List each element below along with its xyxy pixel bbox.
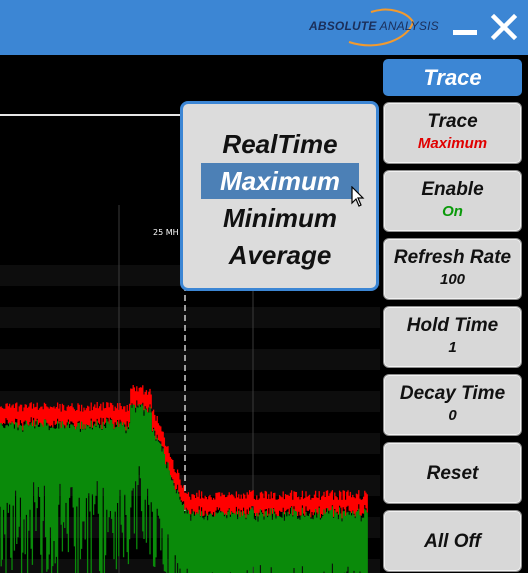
refresh-rate-label: Refresh Rate [393,247,512,268]
plot-band [0,307,380,328]
menu-item-maximum[interactable]: Maximum [201,163,359,199]
minimize-icon [453,30,477,35]
decay-time-label: Decay Time [399,383,506,404]
all-off-button[interactable]: All Off [383,510,522,572]
close-button[interactable] [489,12,519,42]
refresh-rate-value: 100 [439,271,466,288]
side-panel: Trace Trace Maximum Enable On Refresh Ra… [380,55,528,573]
menu-item-minimum[interactable]: Minimum [201,200,359,236]
plot-band [0,349,380,370]
menu-item-realtime[interactable]: RealTime [201,126,359,162]
panel-header: Trace [383,59,522,96]
all-off-label: All Off [424,531,481,552]
hold-time-value: 1 [448,339,457,356]
hold-time-button[interactable]: Hold Time 1 [383,306,522,368]
decay-time-value: 0 [448,407,457,424]
decay-time-button[interactable]: Decay Time 0 [383,374,522,436]
trace-label: Trace [427,111,478,132]
enable-label: Enable [421,179,484,200]
mouse-pointer-icon [351,186,365,207]
minimize-button[interactable] [450,12,480,42]
reset-button[interactable]: Reset [383,442,522,504]
close-icon [490,13,518,41]
trace-mode-menu: RealTime Maximum Minimum Average [180,101,379,291]
reset-label: Reset [426,463,479,484]
trace-button[interactable]: Trace Maximum [383,102,522,164]
title-bar: ABSOLUTE ANALYSIS [0,0,528,55]
enable-button[interactable]: Enable On [383,170,522,232]
logo-text: ABSOLUTE ANALYSIS [309,19,439,33]
logo-word-1: ABSOLUTE [309,19,377,33]
menu-item-average[interactable]: Average [201,237,359,273]
refresh-rate-button[interactable]: Refresh Rate 100 [383,238,522,300]
trace-value: Maximum [417,135,488,152]
enable-value: On [442,203,463,220]
logo-word-2: ANALYSIS [379,19,439,33]
hold-time-label: Hold Time [406,315,499,336]
frequency-marker-label: 25 MH [153,228,179,237]
